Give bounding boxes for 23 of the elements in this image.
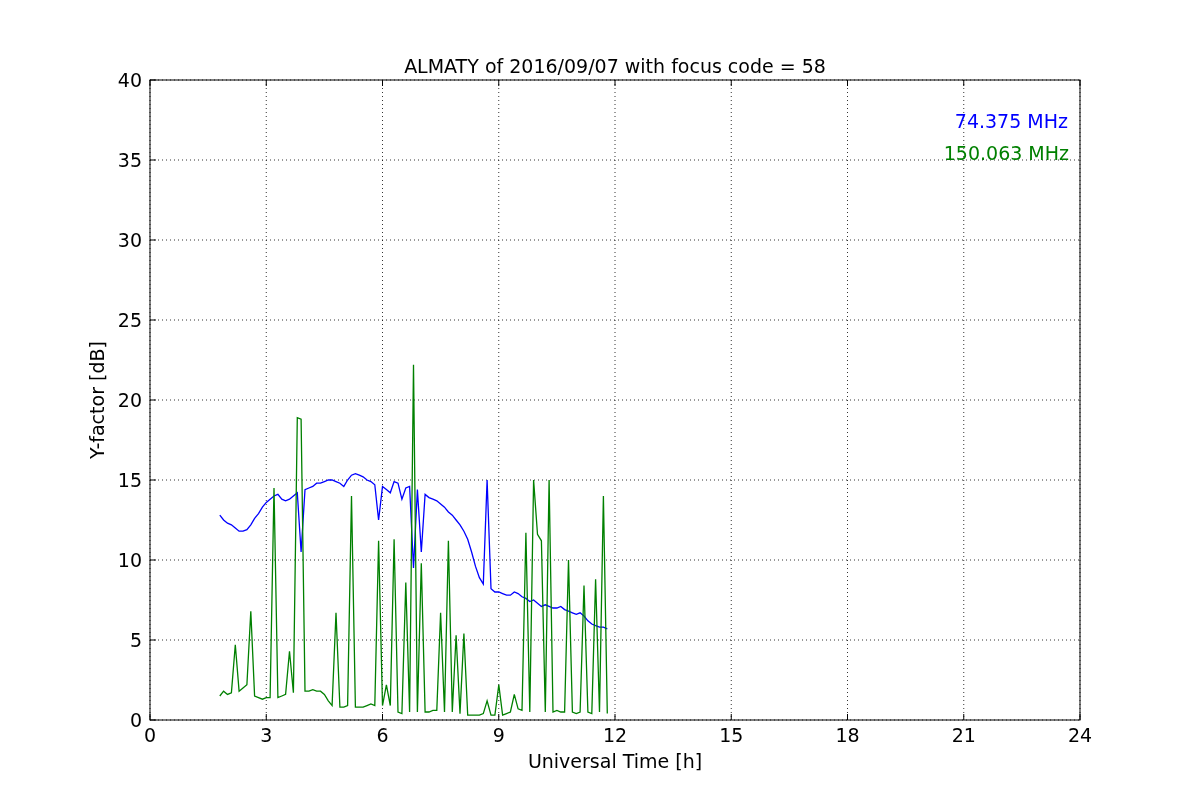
tick-label: 0 xyxy=(129,709,142,731)
chart-title: ALMATY of 2016/09/07 with focus code = 58 xyxy=(404,55,826,77)
tick-label: 9 xyxy=(492,724,505,746)
tick-label: 15 xyxy=(117,469,142,491)
x-axis-label: Universal Time [h] xyxy=(527,750,703,772)
legend-label: 150.063 MHz xyxy=(943,142,1069,164)
legend-label: 74.375 MHz xyxy=(954,110,1068,132)
tick-label: 10 xyxy=(117,549,142,571)
tick-label: 21 xyxy=(951,724,976,746)
tick-label: 0 xyxy=(143,724,157,746)
y-axis-label: Y-factor [dB] xyxy=(86,341,108,459)
tick-label: 5 xyxy=(129,629,142,651)
tick-label: 35 xyxy=(117,149,142,171)
tick-label: 18 xyxy=(835,724,860,746)
tick-label: 6 xyxy=(376,724,389,746)
tick-label: 12 xyxy=(602,724,628,746)
tick-label: 25 xyxy=(117,309,142,331)
tick-label: 15 xyxy=(719,724,744,746)
tick-label: 24 xyxy=(1067,724,1093,746)
tick-label: 3 xyxy=(260,724,273,746)
tick-label: 40 xyxy=(117,69,142,91)
tick-label: 20 xyxy=(117,389,142,411)
tick-label: 30 xyxy=(117,229,142,251)
